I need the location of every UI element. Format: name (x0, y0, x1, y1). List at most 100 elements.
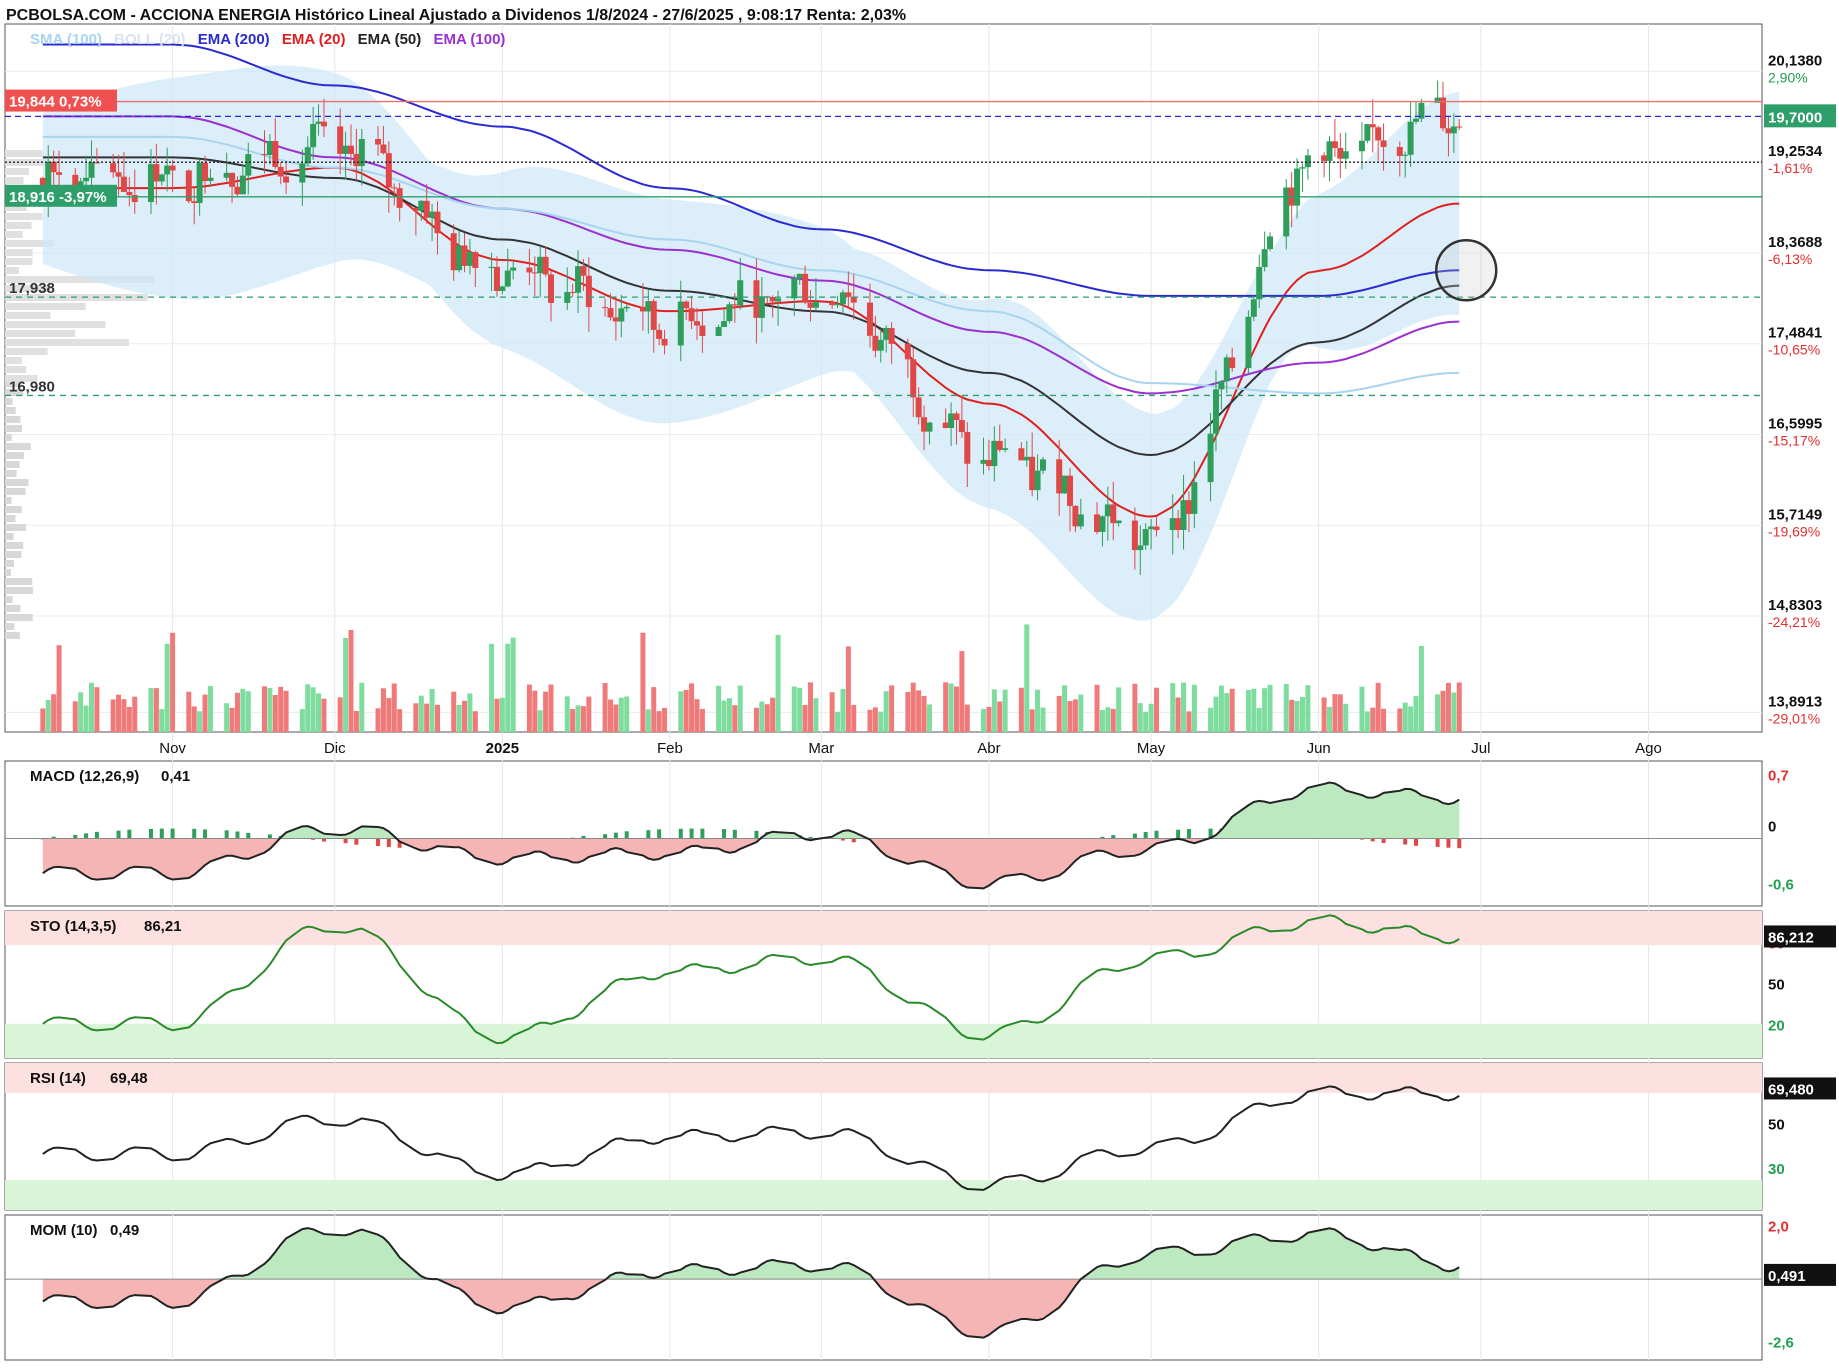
volume-bar (1143, 712, 1148, 732)
volume-bar (1035, 690, 1040, 732)
candle-body (429, 212, 435, 218)
volume-bar (186, 692, 191, 732)
legend-ema100[interactable]: EMA (100) (433, 31, 505, 48)
candle-body (1056, 459, 1062, 493)
volume-bar (343, 638, 348, 732)
rsi-tick-label: 50 (1768, 1117, 1785, 1134)
candle-body (1305, 155, 1311, 167)
volume-bar (192, 706, 197, 732)
volume-bar (311, 687, 316, 732)
candle-body (72, 175, 78, 186)
candle-body (808, 303, 814, 308)
candle-body (607, 308, 613, 317)
volume-bar (830, 692, 835, 732)
volume-bar (1305, 685, 1310, 732)
volume-bar (808, 682, 813, 732)
volume-bar (738, 686, 743, 732)
volume-bar (840, 689, 845, 732)
volume-bar (1441, 691, 1446, 732)
volume-bar (78, 692, 83, 732)
candle-body (261, 154, 267, 155)
volume-bar (1408, 706, 1413, 732)
macd-label: MACD (12,26,9) (30, 768, 139, 785)
candle-body (1251, 299, 1257, 316)
candle-body (732, 304, 738, 305)
candle-body (353, 154, 359, 166)
candle-body (1456, 127, 1462, 128)
candle-body (1397, 147, 1403, 156)
candle-body (1332, 141, 1338, 148)
macd-histogram-bar (73, 835, 77, 839)
volume-bar (354, 711, 359, 732)
candle-body (575, 266, 581, 293)
level-label: 17,938 (9, 280, 55, 297)
volume-bar (878, 712, 883, 732)
candle-body (1191, 482, 1197, 514)
volume-bar (381, 688, 386, 732)
mom-label: MOM (10) (30, 1222, 98, 1239)
candle-body (380, 144, 386, 153)
volume-bar (1338, 694, 1343, 732)
legend-ema20[interactable]: EMA (20) (282, 31, 346, 48)
volume-bar (159, 709, 164, 732)
mom-value: 0,49 (110, 1222, 139, 1239)
volume-bar (116, 695, 121, 732)
volume-bar (1100, 710, 1105, 732)
macd-histogram-bar (646, 830, 650, 838)
macd-histogram-bar (1176, 830, 1180, 839)
candle-body (921, 417, 927, 431)
volume-profile-bar (5, 213, 42, 220)
candle-body (1343, 151, 1349, 158)
volume-bar (1138, 703, 1143, 732)
legend-boll20[interactable]: BOLL (20) (114, 31, 185, 48)
candle-body (413, 208, 419, 211)
volume-bar (813, 698, 818, 732)
candle-body (716, 327, 722, 336)
volume-profile-bar (5, 303, 86, 310)
legend-ema200[interactable]: EMA (200) (198, 31, 270, 48)
volume-profile-bar (5, 515, 15, 522)
volume-bar (684, 690, 689, 732)
candle-body (132, 195, 138, 202)
indicator-legend: SMA (100) BOLL (20) EMA (200) EMA (20) E… (30, 31, 513, 48)
volume-bar (922, 696, 927, 732)
volume-bar (916, 690, 921, 732)
level-label: 18,916 -3,97% (9, 189, 107, 206)
volume-profile-bar (5, 497, 12, 504)
volume-profile-bar (5, 506, 22, 513)
volume-bar (1213, 697, 1218, 732)
macd-histogram-bar (1111, 835, 1115, 838)
volume-profile-bar (5, 533, 14, 540)
volume-bar (1111, 709, 1116, 732)
volume-bar (224, 703, 229, 732)
volume-bar (1300, 697, 1305, 732)
volume-bar (1224, 693, 1229, 732)
candle-body (1337, 148, 1343, 159)
volume-bar (1073, 699, 1078, 732)
volume-bar (392, 683, 397, 732)
candle-body (1105, 504, 1111, 516)
macd-histogram-bar (160, 829, 164, 839)
candle-body (1445, 128, 1451, 133)
volume-bar (613, 705, 618, 732)
candle-body (1148, 527, 1154, 530)
volume-bar (1154, 688, 1159, 732)
month-label: 2025 (486, 740, 519, 757)
volume-bar (397, 709, 402, 732)
candle-body (537, 257, 543, 273)
rsi-label: RSI (14) (30, 1070, 86, 1087)
candle-body (1137, 545, 1143, 550)
legend-ema50[interactable]: EMA (50) (358, 31, 422, 48)
legend-sma100[interactable]: SMA (100) (30, 31, 102, 48)
macd-value: 0,41 (161, 768, 190, 785)
price-tick-label: 13,8913 (1768, 693, 1822, 710)
candle-body (451, 233, 457, 270)
volume-profile-bar (5, 330, 75, 337)
candle-body (1245, 317, 1251, 368)
volume-profile-bar (5, 578, 32, 585)
volume-profile-bar (5, 398, 13, 405)
candle-body (1451, 127, 1457, 134)
volume-bar (689, 683, 694, 732)
volume-profile-bar (5, 614, 33, 621)
candle-body (343, 146, 349, 154)
